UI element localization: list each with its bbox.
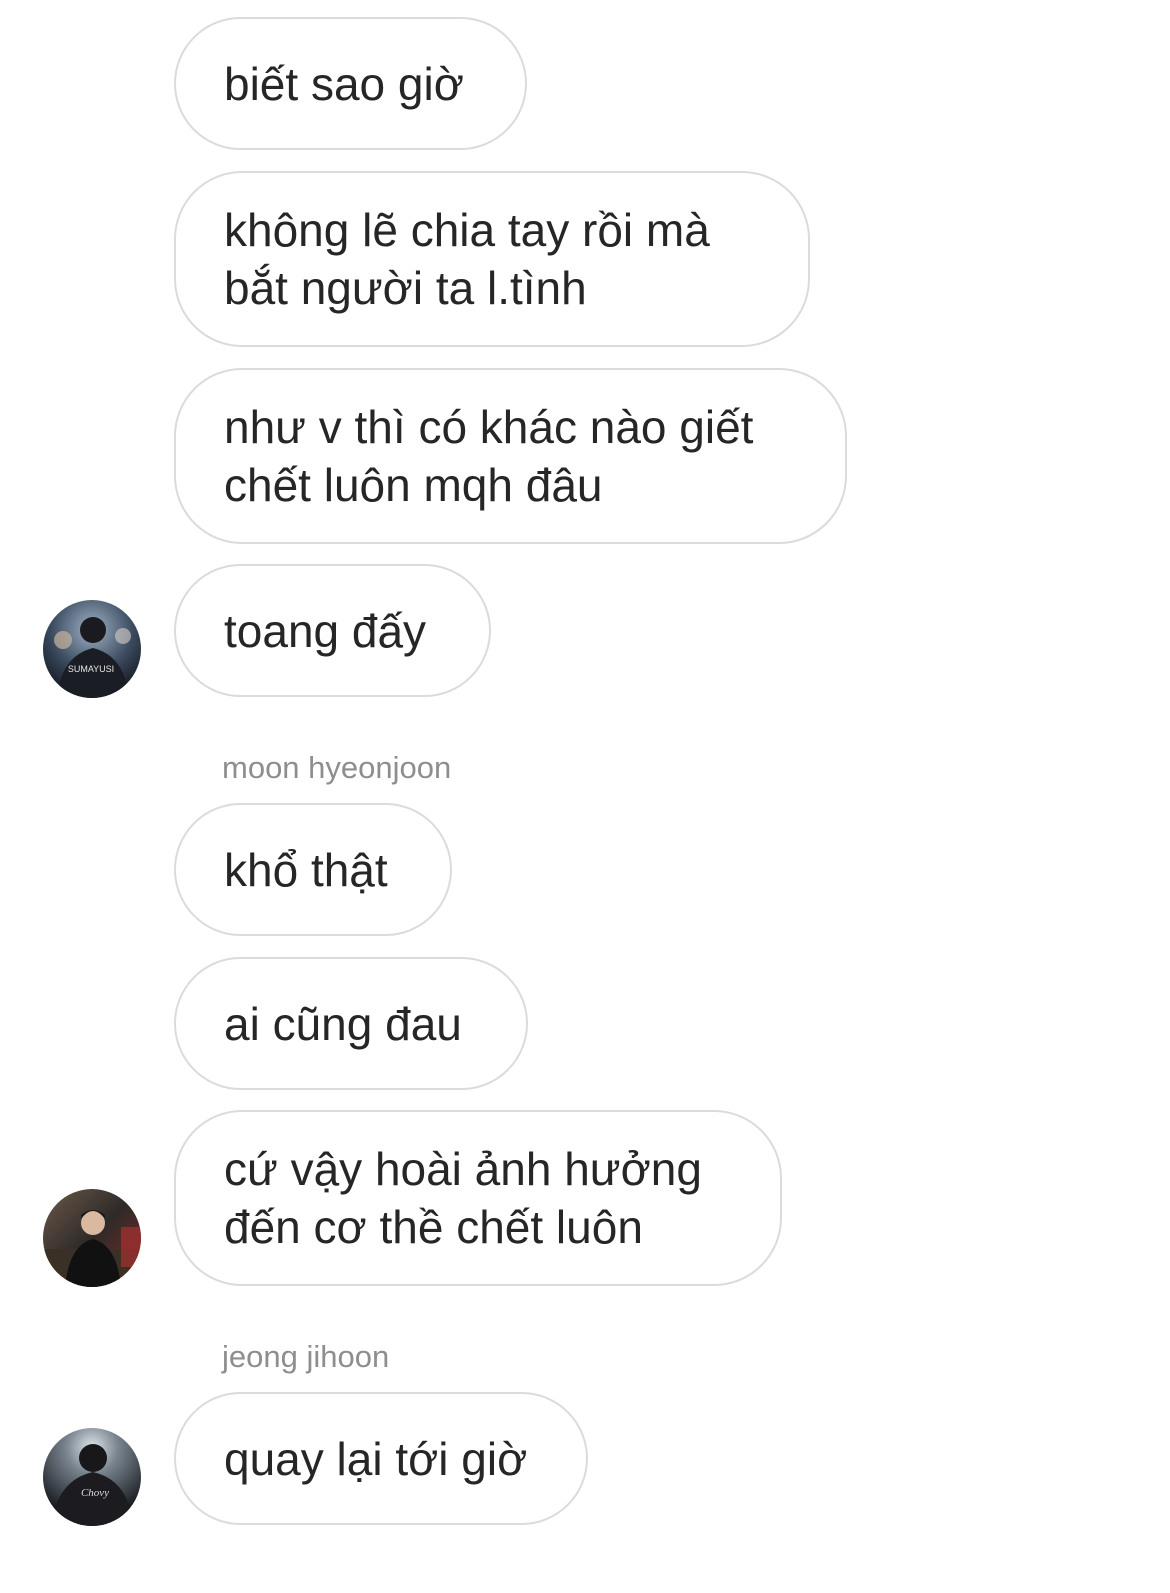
message-bubble[interactable]: quay lại tới giờ	[174, 1392, 588, 1525]
message-bubble[interactable]: biết sao giờ	[174, 17, 527, 150]
message-text: không lẽ chia tay rồi mà bắt người ta l.…	[224, 204, 710, 314]
message-bubble[interactable]: như v thì có khác nào giết chết luôn mqh…	[174, 368, 847, 544]
avatar-jersey-text: SUMAYUSI	[68, 664, 114, 674]
message-bubble[interactable]: không lẽ chia tay rồi mà bắt người ta l.…	[174, 171, 810, 347]
sender-name: moon hyeonjoon	[222, 750, 452, 785]
message-text: cứ vậy hoài ảnh hưởng đến cơ thề chết lu…	[224, 1143, 702, 1253]
message-text: ai cũng đau	[224, 997, 462, 1050]
message-bubble[interactable]: ai cũng đau	[174, 957, 528, 1090]
avatar[interactable]: SUMAYUSI	[43, 600, 141, 698]
message-bubble[interactable]: khổ thật	[174, 803, 452, 936]
avatar-jersey-text: Chovy	[81, 1487, 109, 1499]
message-text: quay lại tới giờ	[224, 1432, 528, 1485]
avatar[interactable]: Chovy	[43, 1428, 141, 1526]
avatar[interactable]	[43, 1189, 141, 1287]
message-text: khổ thật	[224, 843, 388, 896]
message-bubble[interactable]: toang đấy	[174, 564, 491, 697]
message-text: toang đấy	[224, 604, 427, 657]
message-text: như v thì có khác nào giết chết luôn mqh…	[224, 401, 754, 511]
message-text: biết sao giờ	[224, 57, 464, 110]
message-bubble[interactable]: cứ vậy hoài ảnh hưởng đến cơ thề chết lu…	[174, 1110, 782, 1286]
sender-name: jeong jihoon	[222, 1339, 390, 1374]
